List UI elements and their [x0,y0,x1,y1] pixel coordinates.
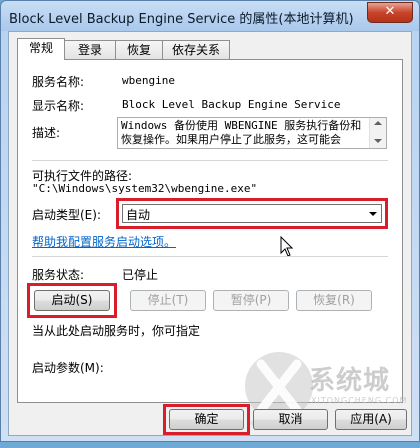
service-name-label: 服务名称: [32,75,85,89]
separator [32,256,388,257]
properties-window: Block Level Backup Engine Service 的属性(本地… [0,0,420,442]
tab-general[interactable]: 常规 [17,38,65,60]
startup-type-label: 启动类型(E): [32,208,101,222]
close-icon: ✕ [384,4,396,19]
pause-service-button[interactable]: 暂停(P) [213,290,289,311]
start-hint-text: 当从此处启动服务时，你可指定 [32,324,201,338]
service-status-value: 已停止 [122,268,159,282]
highlight-startup-type [116,198,388,229]
display-name-label: 显示名称: [32,99,85,113]
watermark-text: 系统城 [309,366,391,396]
scroll-up-icon[interactable] [374,121,382,125]
service-status-label: 服务状态: [32,268,85,282]
tab-logon[interactable]: 登录 [64,40,116,59]
description-box[interactable]: Windows 备份使用 WBENGINE 服务执行备份和恢复操作。如果用户停止… [117,117,387,149]
description-scrollbar[interactable] [369,118,386,148]
apply-button[interactable]: 应用(A) [335,409,407,430]
highlight-start-button [27,283,117,318]
help-configure-link[interactable]: 帮助我配置服务启动选项。 [32,233,176,250]
cancel-button[interactable]: 取消 [253,409,328,430]
close-button[interactable]: ✕ [367,2,413,23]
highlight-ok-button [163,404,250,435]
watermark-logo: 系统城 XITONGCHENG.COM [237,338,406,448]
description-label: 描述: [32,126,61,140]
exe-path-value: "C:\Windows\system32\wbengine.exe" [32,182,258,195]
dialog-client: 常规 登录 恢复 依存关系 服务名称: wbengine 显示名称: Block… [8,31,412,436]
display-name-value: Block Level Backup Engine Service [122,98,341,111]
mouse-cursor-icon [280,236,294,257]
service-name-value: wbengine [122,74,175,87]
window-title: Block Level Backup Engine Service 的属性(本地… [9,12,354,27]
stop-service-button[interactable]: 停止(T) [130,290,206,311]
scroll-down-icon[interactable] [374,139,382,143]
separator [32,160,388,161]
start-params-label: 启动参数(M): [32,361,104,375]
watermark-subtext: XITONGCHENG.COM [311,396,408,405]
resume-service-button[interactable]: 恢复(R) [296,290,372,311]
title-bar[interactable]: Block Level Backup Engine Service 的属性(本地… [1,1,419,31]
description-text: Windows 备份使用 WBENGINE 服务执行备份和恢复操作。如果用户停止… [121,119,362,146]
tab-recovery[interactable]: 恢复 [115,40,163,59]
tab-dependencies[interactable]: 依存关系 [162,40,230,59]
